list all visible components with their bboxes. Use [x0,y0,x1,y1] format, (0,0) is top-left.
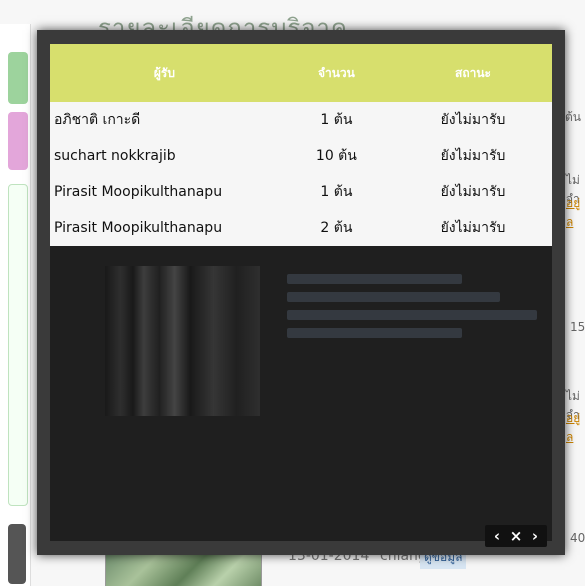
recipient-status: ยังไม่มารับ [440,112,506,128]
table-row: Pirasit Moopikulthanapu 2 ต้น ยังไม่มารั… [50,210,552,246]
bg-right-link-1[interactable]: อยู่ล [566,194,585,232]
dimmed-text-lines [287,274,537,424]
modal-content: ผู้รับ จำนวน สถานะ อภิชาติ เกาะดี 1 ต้น … [50,44,552,541]
bg-right-text-3: 15 [570,320,585,334]
recipient-name: Pirasit Moopikulthanapu [54,184,223,200]
dimmed-line [287,328,462,338]
dimmed-line [287,274,462,284]
recipient-name: Pirasit Moopikulthanapu [54,220,223,236]
page-root: รายละเอียดการบริจาค ต้น ไม่จำ อยู่ล 15 ไ… [0,0,585,586]
recipient-name: suchart nokkrajib [54,148,176,164]
bg-right-link-2[interactable]: อยู่ล [566,409,585,447]
header-recipient: ผู้รับ [50,44,279,102]
recipient-quantity: 1 ต้น [320,184,353,200]
tab-dark[interactable] [8,524,26,584]
modal-nav-controls: ‹ × › [485,525,547,547]
left-tab-strip [0,24,31,586]
recipient-modal: ผู้รับ จำนวน สถานะ อภิชาติ เกาะดี 1 ต้น … [37,30,565,555]
prev-icon[interactable]: ‹ [488,527,506,545]
recipient-status: ยังไม่มารับ [440,220,506,236]
dimmed-background-content [50,250,552,541]
recipient-table: ผู้รับ จำนวน สถานะ อภิชาติ เกาะดี 1 ต้น … [50,44,552,246]
table-row: suchart nokkrajib 10 ต้น ยังไม่มารับ [50,138,552,174]
recipient-quantity: 1 ต้น [320,112,353,128]
header-status: สถานะ [394,44,552,102]
dimmed-line [287,292,500,302]
recipient-status: ยังไม่มารับ [440,148,506,164]
dimmed-line [287,310,537,320]
header-quantity: จำนวน [278,44,394,102]
bg-right-text-5: 40 [570,531,585,545]
table-header-row: ผู้รับ จำนวน สถานะ [50,44,552,102]
recipient-name: อภิชาติ เกาะดี [54,112,141,128]
next-icon[interactable]: › [526,527,544,545]
tab-green[interactable] [8,52,28,104]
recipient-quantity: 10 ต้น [315,148,357,164]
tab-outline[interactable] [8,184,28,506]
dimmed-thumbnail [105,266,260,416]
bg-right-text-1: ต้น [565,110,581,124]
tab-pink[interactable] [8,112,28,170]
recipient-status: ยังไม่มารับ [440,184,506,200]
table-row: Pirasit Moopikulthanapu 1 ต้น ยังไม่มารั… [50,174,552,210]
table-row: อภิชาติ เกาะดี 1 ต้น ยังไม่มารับ [50,102,552,138]
close-icon[interactable]: × [507,527,525,545]
recipient-quantity: 2 ต้น [320,220,353,236]
